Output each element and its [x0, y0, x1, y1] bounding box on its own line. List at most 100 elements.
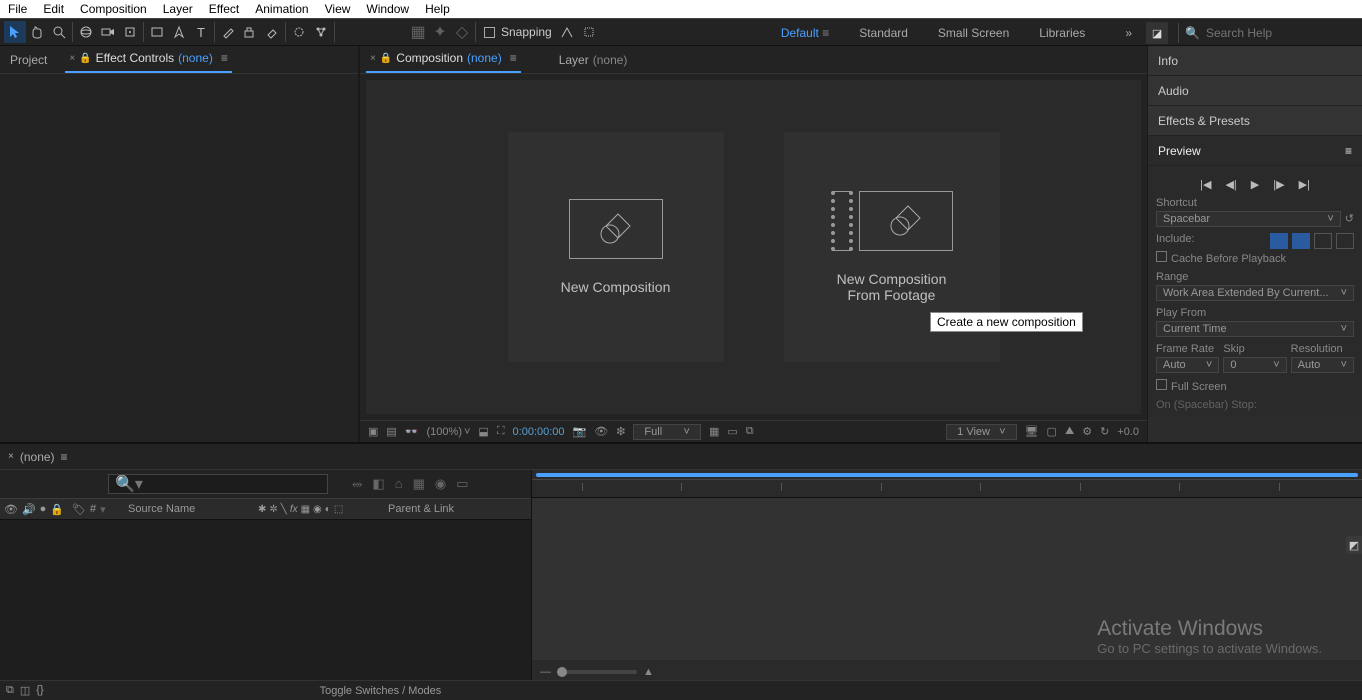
tab-composition[interactable]: × 🔒 Composition (none) ≡: [366, 47, 521, 73]
clone-tool-icon[interactable]: [239, 21, 261, 43]
magnification-dropdown[interactable]: (100%) ˅: [427, 426, 471, 438]
prev-frame-icon[interactable]: ◀|: [1225, 178, 1236, 191]
menu-animation[interactable]: Animation: [247, 0, 316, 18]
share-view-icon[interactable]: 🖥: [1025, 425, 1039, 438]
video-col-icon[interactable]: 👁: [4, 503, 18, 516]
motion-blur-icon[interactable]: ◉: [435, 476, 446, 492]
collapse-switch-icon[interactable]: ✲: [269, 504, 277, 515]
zoom-in-icon[interactable]: ▲: [643, 666, 654, 678]
sync-settings-icon[interactable]: ◪: [1146, 22, 1168, 44]
pixel-aspect-icon[interactable]: ▢: [1047, 425, 1057, 438]
always-preview-icon[interactable]: ▣: [368, 425, 378, 438]
render-queue-icon[interactable]: ◫: [20, 684, 30, 697]
tab-project[interactable]: Project: [6, 49, 51, 73]
toggle-switches-modes[interactable]: Toggle Switches / Modes: [320, 685, 442, 697]
orbit-tool-icon[interactable]: [75, 21, 97, 43]
zoom-tool-icon[interactable]: [48, 21, 70, 43]
cache-before-playback[interactable]: Cache Before Playback: [1156, 251, 1354, 265]
include-loop-icon[interactable]: [1336, 233, 1354, 249]
reset-icon[interactable]: ↺: [1345, 212, 1354, 225]
quality-switch-icon[interactable]: ╲: [281, 504, 287, 515]
work-area-bar[interactable]: [532, 470, 1362, 480]
pan-behind-tool-icon[interactable]: [119, 21, 141, 43]
panel-audio[interactable]: Audio: [1148, 76, 1362, 106]
adjustment-switch-icon[interactable]: ◐: [325, 504, 331, 515]
panel-menu-icon[interactable]: ≡: [1345, 144, 1352, 158]
hide-shy-icon[interactable]: ⌂: [395, 476, 403, 492]
last-frame-icon[interactable]: ▶|: [1299, 178, 1310, 191]
workspace-small-screen[interactable]: Small Screen: [938, 26, 1009, 40]
3d-renderer-icon[interactable]: ⚙: [1082, 425, 1092, 438]
close-icon[interactable]: ×: [8, 451, 14, 462]
timeline-tab[interactable]: (none): [20, 450, 55, 464]
lock-icon[interactable]: 🔒: [79, 53, 91, 64]
frame-blend-icon[interactable]: ▦: [413, 476, 425, 492]
snap-collapse-icon[interactable]: [578, 21, 600, 43]
source-name-col[interactable]: Source Name: [128, 503, 258, 515]
workspace-overflow-icon[interactable]: »: [1125, 26, 1132, 40]
resolution-dropdown[interactable]: Full ˅: [633, 424, 701, 440]
snap-edge-icon[interactable]: [556, 21, 578, 43]
workspace-standard[interactable]: Standard: [859, 26, 908, 40]
close-icon[interactable]: ×: [370, 53, 376, 64]
resolution-half-icon[interactable]: ⬓: [478, 425, 488, 438]
shy-switch-icon[interactable]: ✱: [258, 504, 266, 515]
snapshot-icon[interactable]: 📷: [573, 425, 587, 438]
mask-visibility-icon[interactable]: 👓: [405, 425, 419, 438]
channel-icon[interactable]: ❇: [616, 425, 625, 438]
show-snapshot-icon[interactable]: 👁: [594, 425, 608, 438]
view-axis-icon[interactable]: ◇: [451, 21, 473, 43]
menu-effect[interactable]: Effect: [201, 0, 247, 18]
brush-tool-icon[interactable]: [217, 21, 239, 43]
audio-col-icon[interactable]: 🔊: [22, 503, 36, 516]
lock-icon[interactable]: 🔒: [380, 53, 392, 64]
menu-view[interactable]: View: [317, 0, 359, 18]
motion-blur-switch-icon[interactable]: ◉: [313, 504, 322, 515]
draft-3d-icon[interactable]: ◧: [372, 476, 384, 492]
3d-switch-icon[interactable]: ⬚: [334, 504, 343, 515]
rectangle-tool-icon[interactable]: [146, 21, 168, 43]
graph-editor-icon[interactable]: ▭: [456, 476, 468, 492]
shortcut-dropdown[interactable]: Spacebar˅: [1156, 211, 1341, 227]
first-frame-icon[interactable]: |◀: [1200, 178, 1211, 191]
reset-exposure-icon[interactable]: ↻: [1100, 425, 1109, 438]
expand-folder-icon[interactable]: ⧉: [6, 684, 14, 697]
views-dropdown[interactable]: 1 View ˅: [946, 424, 1016, 440]
menu-file[interactable]: File: [0, 0, 35, 18]
exposure-value[interactable]: +0.0: [1117, 426, 1139, 438]
include-audio-icon[interactable]: [1292, 233, 1310, 249]
menu-help[interactable]: Help: [417, 0, 458, 18]
workspace-libraries[interactable]: Libraries: [1039, 26, 1085, 40]
panel-preview[interactable]: Preview≡: [1148, 136, 1362, 166]
eraser-tool-icon[interactable]: [261, 21, 283, 43]
composition-settings-icon[interactable]: {}: [36, 684, 43, 697]
fx-switch-icon[interactable]: fx: [290, 504, 298, 515]
timeline-track-area[interactable]: — ▲ Activate Windows Go to PC settings t…: [532, 470, 1362, 680]
zoom-out-icon[interactable]: —: [540, 666, 551, 678]
menu-edit[interactable]: Edit: [35, 0, 72, 18]
next-frame-icon[interactable]: |▶: [1273, 178, 1284, 191]
time-ruler[interactable]: [532, 480, 1362, 498]
flowchart-icon[interactable]: ⧉: [746, 425, 754, 438]
roto-tool-icon[interactable]: [288, 21, 310, 43]
timeline-icon[interactable]: ▭: [727, 425, 737, 438]
panel-menu-icon[interactable]: ≡: [61, 450, 68, 464]
close-icon[interactable]: ×: [69, 53, 75, 64]
snapping-toggle[interactable]: Snapping: [484, 25, 552, 39]
skip-dropdown[interactable]: 0˅: [1223, 357, 1286, 373]
camera-tool-icon[interactable]: [97, 21, 119, 43]
roi-icon[interactable]: ⛶: [497, 425, 505, 438]
current-time[interactable]: 0:00:00:00: [513, 426, 565, 438]
menu-composition[interactable]: Composition: [72, 0, 155, 18]
timeline-layer-list[interactable]: [0, 520, 531, 680]
search-help-input[interactable]: [1206, 26, 1356, 40]
menu-window[interactable]: Window: [358, 0, 417, 18]
world-axis-icon[interactable]: ✦: [429, 21, 451, 43]
frame-rate-dropdown[interactable]: Auto˅: [1156, 357, 1219, 373]
docked-panel-handle[interactable]: ◩: [1346, 536, 1362, 554]
panel-info[interactable]: Info: [1148, 46, 1362, 76]
puppet-tool-icon[interactable]: [310, 21, 332, 43]
selection-tool-icon[interactable]: [4, 21, 26, 43]
range-dropdown[interactable]: Work Area Extended By Current...˅: [1156, 285, 1354, 301]
play-icon[interactable]: ▶: [1251, 178, 1259, 191]
